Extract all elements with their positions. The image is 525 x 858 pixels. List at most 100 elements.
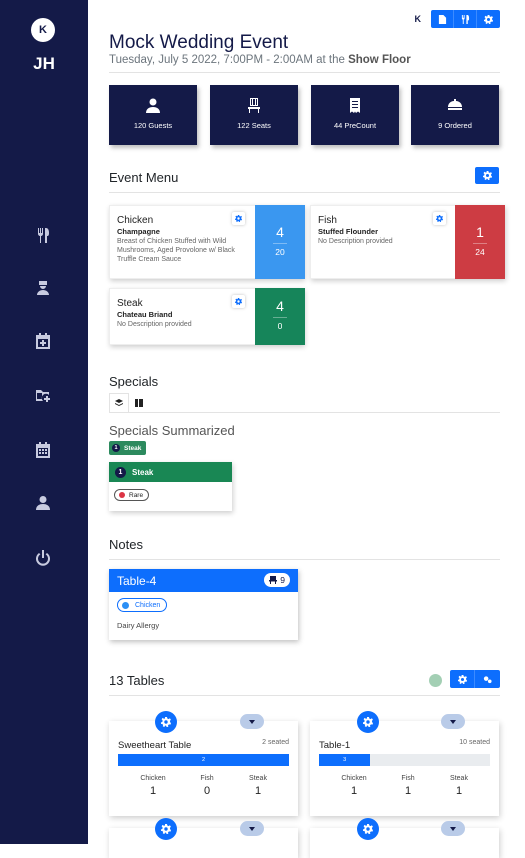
table-card-table-1[interactable]: Table-1 10 seated 3 Chicken 1 Fish 1 Ste… xyxy=(310,721,499,816)
seat-icon xyxy=(269,576,278,584)
power-icon[interactable] xyxy=(34,549,52,567)
table-col-chicken: Chicken 1 xyxy=(133,775,173,797)
menu-item-steak[interactable]: Steak Chateau Briand No Description prov… xyxy=(109,288,305,345)
seat-count: 9 xyxy=(280,575,285,585)
menu-item-name: Steak xyxy=(117,298,143,309)
tab-layers[interactable] xyxy=(109,393,129,412)
user-icon[interactable] xyxy=(34,494,52,512)
document-button[interactable] xyxy=(431,10,454,28)
menu-button[interactable] xyxy=(454,10,477,28)
col-label: Steak xyxy=(249,775,267,782)
menu-item-settings-button[interactable] xyxy=(232,212,245,225)
table-col-chicken: Chicken 1 xyxy=(334,775,374,797)
guests-icon xyxy=(146,98,160,113)
event-venue: Show Floor xyxy=(348,54,411,66)
gear-icon xyxy=(484,14,493,24)
col-value: 1 xyxy=(404,785,412,797)
special-card[interactable]: 1 Steak Rare xyxy=(109,462,232,511)
table-name: Table-1 xyxy=(319,740,351,751)
menu-item-count-box: 4 20 xyxy=(255,205,305,279)
col-value: 1 xyxy=(254,785,262,797)
count-divider xyxy=(473,243,487,244)
menu-item-settings-button[interactable] xyxy=(433,212,446,225)
table-settings-button[interactable] xyxy=(357,818,379,840)
tab-book[interactable] xyxy=(129,393,149,412)
table-name: Sweetheart Table xyxy=(118,740,192,751)
book-icon xyxy=(135,398,143,407)
top-toolbar: K xyxy=(415,10,500,28)
table-dropdown-button[interactable] xyxy=(441,714,465,729)
table-col-fish: Fish 0 xyxy=(187,775,227,797)
event-subtitle: Tuesday, July 5 2022, 7:00PM - 2:00AM at… xyxy=(109,54,411,66)
table-col-steak: Steak 1 xyxy=(439,775,479,797)
divider xyxy=(109,695,500,696)
menu-item-description: No Description provided xyxy=(318,238,393,245)
bell-icon xyxy=(448,99,462,110)
specials-tabs xyxy=(109,393,149,412)
gear-icon xyxy=(457,674,467,684)
menu-item-chicken[interactable]: Chicken Champagne Breast of Chicken Stuf… xyxy=(109,205,305,279)
menu-item-count: 1 xyxy=(476,224,484,240)
chef-icon[interactable] xyxy=(34,279,52,297)
document-icon xyxy=(438,14,446,24)
layers-icon xyxy=(115,399,123,406)
table-dropdown-button[interactable] xyxy=(240,714,264,729)
menu-item-total: 0 xyxy=(277,321,283,331)
event-menu-heading: Event Menu xyxy=(109,170,179,185)
doneness-label: Rare xyxy=(129,491,144,499)
special-label: Steak xyxy=(124,444,142,452)
menu-item-fish[interactable]: Fish Stuffed Flounder No Description pro… xyxy=(310,205,505,279)
utensils-icon[interactable] xyxy=(34,226,52,244)
gear-icon xyxy=(436,215,443,222)
tables-advanced-button[interactable] xyxy=(475,670,500,688)
table-dropdown-button[interactable] xyxy=(240,821,264,836)
note-card[interactable]: Table-4 9 Chicken Dairy Allergy xyxy=(109,569,298,640)
table-settings-button[interactable] xyxy=(155,818,177,840)
stat-guests[interactable]: 120 Guests xyxy=(109,85,197,145)
gear-icon xyxy=(363,717,373,727)
gear-icon xyxy=(235,215,242,222)
divider xyxy=(109,559,500,560)
page-title: Mock Wedding Event xyxy=(109,32,289,53)
table-seated: 2 seated xyxy=(262,739,289,746)
divider xyxy=(109,412,500,413)
meal-label: Chicken xyxy=(135,601,161,609)
col-label: Chicken xyxy=(140,775,166,782)
calendar-icon[interactable] xyxy=(34,441,52,459)
stat-ordered[interactable]: 9 Ordered xyxy=(411,85,499,145)
table-card-sweetheart[interactable]: Sweetheart Table 2 seated 2 Chicken 1 Fi… xyxy=(109,721,298,816)
col-value: 1 xyxy=(455,785,463,797)
table-card-partial[interactable] xyxy=(310,828,499,858)
table-settings-button[interactable] xyxy=(155,711,177,733)
settings-button[interactable] xyxy=(477,10,500,28)
count-divider xyxy=(273,317,287,318)
specials-summary-pill[interactable]: 1 Steak xyxy=(109,441,147,455)
note-meal-tag: Chicken xyxy=(117,598,168,612)
event-datetime: Tuesday, July 5 2022, 7:00PM - 2:00AM at… xyxy=(109,54,349,66)
stat-label: 120 Guests xyxy=(133,121,173,130)
divider xyxy=(109,192,500,193)
gear-icon xyxy=(482,171,492,180)
table-settings-button[interactable] xyxy=(357,711,379,733)
menu-item-settings-button[interactable] xyxy=(232,295,245,308)
calendar-plus-icon[interactable] xyxy=(34,332,52,350)
table-card-partial[interactable] xyxy=(109,828,298,858)
table-progress-fill: 2 xyxy=(118,754,289,766)
sidebar: K JH xyxy=(0,0,88,844)
stat-seats[interactable]: 122 Seats xyxy=(210,85,298,145)
seat-count-badge: 9 xyxy=(264,573,290,587)
gear-icon xyxy=(161,824,171,834)
chevron-down-icon xyxy=(450,826,456,831)
stat-precount[interactable]: 44 PreCount xyxy=(311,85,399,145)
main-content: K Mock Wedding Event Tuesday, July 5 202… xyxy=(88,0,525,858)
logo[interactable]: K xyxy=(31,18,55,42)
special-label: Steak xyxy=(132,467,154,477)
user-initials[interactable]: JH xyxy=(0,54,88,74)
col-value: 0 xyxy=(203,785,211,797)
menu-item-name: Fish xyxy=(318,215,337,226)
folder-plus-icon[interactable] xyxy=(34,386,52,404)
tables-settings-button[interactable] xyxy=(450,670,475,688)
table-dropdown-button[interactable] xyxy=(441,821,465,836)
event-menu-settings-button[interactable] xyxy=(475,167,499,184)
menu-item-name: Chicken xyxy=(117,215,154,226)
